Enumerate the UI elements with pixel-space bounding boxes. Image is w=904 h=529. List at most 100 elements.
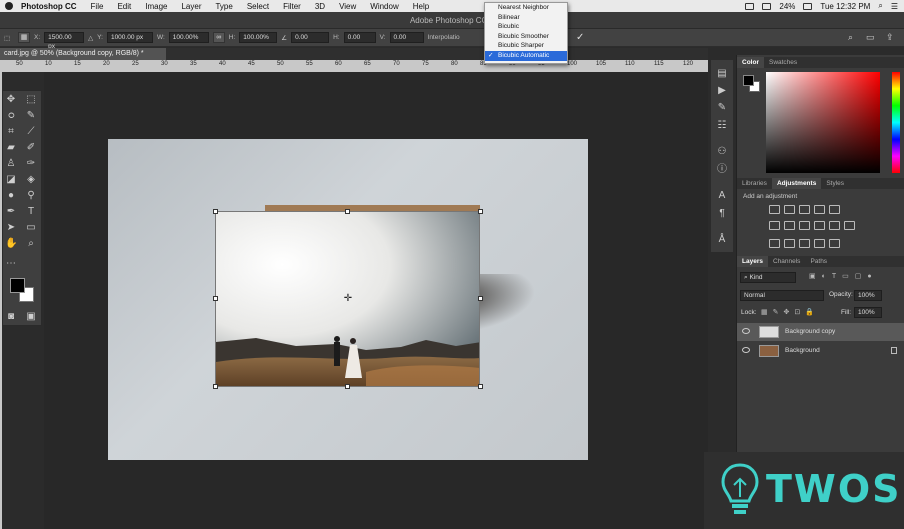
selective-color-adjust-icon[interactable] <box>814 239 825 248</box>
tab-adjustments[interactable]: Adjustments <box>771 178 822 189</box>
history-brush-tool-icon[interactable]: ✑ <box>25 158 37 170</box>
screen-mode-icon[interactable]: ▣ <box>25 311 37 323</box>
character-icon[interactable]: A <box>716 190 728 202</box>
exposure-adjust-icon[interactable] <box>814 205 825 214</box>
interp-option-nearest-neighbor[interactable]: Nearest Neighbor <box>485 3 567 13</box>
blend-mode-select[interactable]: Normal <box>740 290 824 301</box>
clone-stamp-tool-icon[interactable]: ♙ <box>5 158 17 170</box>
commit-check-icon[interactable]: ✓ <box>576 32 584 43</box>
blur-tool-icon[interactable]: ● <box>5 190 17 202</box>
layer-row-background[interactable]: Background <box>737 342 904 360</box>
healing-brush-tool-icon[interactable]: ▰ <box>5 142 17 154</box>
black-white-adjust-icon[interactable] <box>799 221 810 230</box>
transform-center-icon[interactable]: ✛ <box>343 294 353 304</box>
foreground-color-swatch[interactable] <box>10 278 25 293</box>
menu-list-icon[interactable]: ☰ <box>891 2 898 11</box>
menu-image[interactable]: Image <box>145 2 167 11</box>
link-icon[interactable]: ∞ <box>212 32 225 43</box>
menu-view[interactable]: View <box>339 2 356 11</box>
move-tool-icon[interactable]: ✥ <box>5 94 17 106</box>
visibility-eye-icon[interactable] <box>742 347 750 353</box>
menu-3d[interactable]: 3D <box>315 2 325 11</box>
menu-edit[interactable]: Edit <box>117 2 131 11</box>
transform-handle-top-right[interactable] <box>478 209 483 214</box>
search-icon[interactable]: ⌕ <box>848 32 853 43</box>
posterize-adjust-icon[interactable] <box>784 239 795 248</box>
transform-handle-bottom-left[interactable] <box>213 384 218 389</box>
pen-tool-icon[interactable]: ✒ <box>5 206 17 218</box>
brightness-adjust-icon[interactable] <box>769 205 780 214</box>
menu-window[interactable]: Window <box>370 2 398 11</box>
screen-icon[interactable] <box>745 2 755 10</box>
height-input[interactable]: 100.00% <box>239 32 278 43</box>
threshold-adjust-icon[interactable] <box>799 239 810 248</box>
eyedropper-tool-icon[interactable]: ⟋ <box>25 126 37 138</box>
transform-handle-top-left[interactable] <box>213 209 218 214</box>
glyphs-icon[interactable]: Å <box>716 234 728 246</box>
search-icon[interactable]: ⌕ <box>878 1 882 11</box>
menu-layer[interactable]: Layer <box>181 2 201 11</box>
color-foreground-swatch[interactable] <box>743 75 754 86</box>
dodge-tool-icon[interactable]: ⚲ <box>25 190 37 202</box>
interp-option-bicubic-sharper[interactable]: Bicubic Sharper <box>485 41 567 51</box>
color-field[interactable] <box>766 72 880 173</box>
gradient-map-adjust-icon[interactable] <box>829 239 840 248</box>
history-icon[interactable]: ▤ <box>716 68 728 80</box>
quick-select-tool-icon[interactable]: ✎ <box>25 110 37 122</box>
share-icon[interactable]: ⇪ <box>886 32 894 43</box>
marquee-tool-icon[interactable]: ⬚ <box>25 94 37 106</box>
wifi-icon[interactable] <box>762 2 772 10</box>
transform-handle-right[interactable] <box>478 296 483 301</box>
tab-paths[interactable]: Paths <box>805 256 832 267</box>
layer-row-background-copy[interactable]: Background copy <box>737 323 904 341</box>
lock-icons[interactable]: ▦✎✥⊡🔒 <box>761 308 819 316</box>
tool-preset-icon[interactable]: ⬚ <box>4 34 14 42</box>
photo-filter-adjust-icon[interactable] <box>814 221 825 230</box>
app-menu[interactable]: Photoshop CC <box>21 2 77 11</box>
hue-slider[interactable] <box>892 72 900 173</box>
eraser-tool-icon[interactable]: ◪ <box>5 174 17 186</box>
color-balance-adjust-icon[interactable] <box>784 221 795 230</box>
apple-icon[interactable] <box>5 2 13 10</box>
width-input[interactable]: 100.00% <box>168 32 209 43</box>
tab-channels[interactable]: Channels <box>768 256 805 267</box>
battery-icon[interactable] <box>803 2 813 10</box>
menu-file[interactable]: File <box>91 2 104 11</box>
menu-select[interactable]: Select <box>247 2 269 11</box>
interp-option-bicubic-automatic[interactable]: ✓ Bicubic Automatic <box>485 50 567 61</box>
properties-sliders-icon[interactable]: ☷ <box>716 120 728 132</box>
opacity-input[interactable]: 100% <box>854 290 882 301</box>
transform-handle-bottom[interactable] <box>345 384 350 389</box>
menu-type[interactable]: Type <box>215 2 232 11</box>
levels-adjust-icon[interactable] <box>784 205 795 214</box>
interp-option-bilinear[interactable]: Bilinear <box>485 13 567 23</box>
angle-input[interactable]: 0.00 <box>291 32 330 43</box>
paint-bucket-tool-icon[interactable]: ◈ <box>25 174 37 186</box>
crop-tool-icon[interactable]: ⌗ <box>5 126 17 138</box>
brush-tool-icon[interactable]: ✐ <box>25 142 37 154</box>
lasso-tool-icon[interactable]: ഠ <box>5 110 17 122</box>
menu-filter[interactable]: Filter <box>283 2 301 11</box>
color-lookup-adjust-icon[interactable] <box>844 221 855 230</box>
zoom-tool-icon[interactable]: ⌕ <box>25 238 37 250</box>
horizontal-ruler[interactable]: 50 10 15 20 25 30 35 40 45 50 55 60 65 70 75 80 85 90 95 10… <box>0 60 708 72</box>
y-input[interactable]: 1000.00 px <box>106 32 153 43</box>
hskew-input[interactable]: 0.00 <box>343 32 376 43</box>
menu-help[interactable]: Help <box>413 2 429 11</box>
info-icon[interactable]: ⓘ <box>716 164 728 176</box>
tab-swatches[interactable]: Swatches <box>764 57 802 68</box>
interp-option-bicubic[interactable]: Bicubic <box>485 22 567 32</box>
vskew-input[interactable]: 0.00 <box>389 32 424 43</box>
delta-icon[interactable]: △ <box>88 34 93 42</box>
document-tab[interactable]: card.jpg @ 50% (Background copy, RGB/8) … <box>0 48 166 60</box>
workspace-icon[interactable]: ▭ <box>866 32 875 43</box>
tab-styles[interactable]: Styles <box>821 178 849 189</box>
paragraph-icon[interactable]: ¶ <box>716 208 728 220</box>
vibrance-adjust-icon[interactable] <box>829 205 840 214</box>
hand-tool-icon[interactable]: ✋ <box>5 238 17 250</box>
transform-handle-left[interactable] <box>213 296 218 301</box>
interp-option-bicubic-smoother[interactable]: Bicubic Smoother <box>485 32 567 42</box>
channel-mixer-adjust-icon[interactable] <box>829 221 840 230</box>
transform-handle-bottom-right[interactable] <box>478 384 483 389</box>
clock[interactable]: Tue 12:32 PM <box>820 2 870 11</box>
